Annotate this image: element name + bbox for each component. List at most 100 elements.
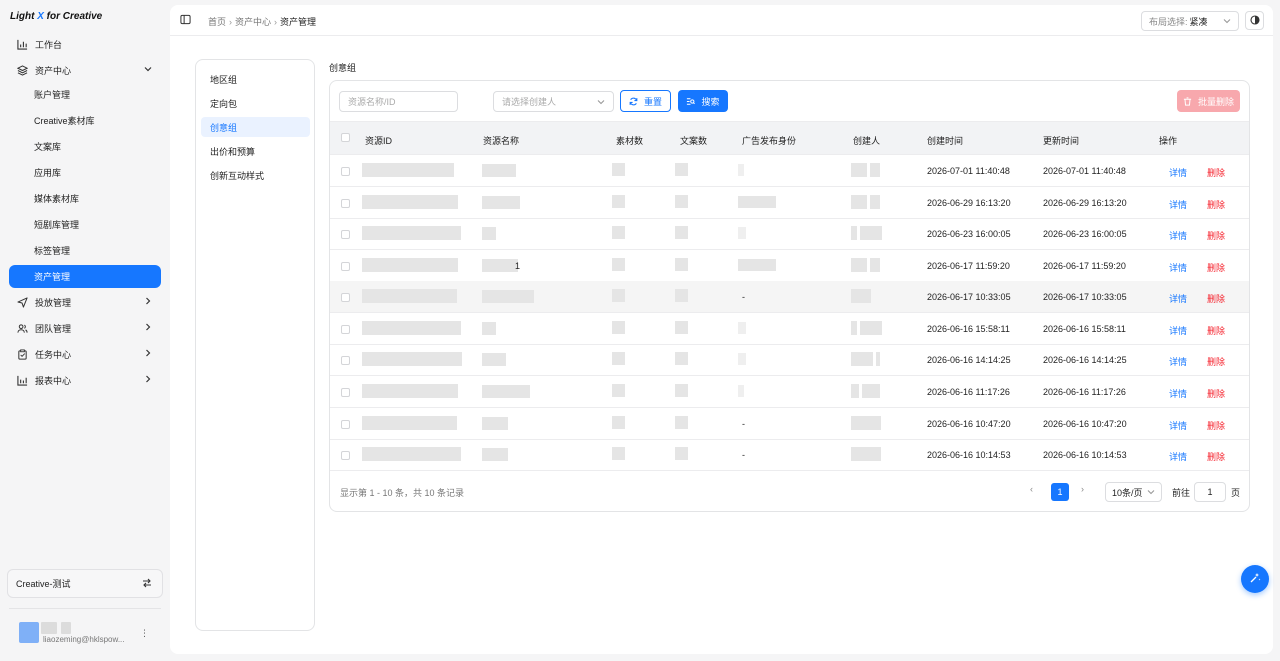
- batch-delete-button[interactable]: 批量删除: [1177, 90, 1240, 112]
- pagination-info: 显示第 1 - 10 条，共 10 条记录: [340, 488, 465, 498]
- app-logo[interactable]: Light X for Creative: [10, 11, 102, 22]
- chevron-left-icon[interactable]: ‹: [1030, 484, 1033, 494]
- sidebar-item-drama-library[interactable]: 短剧库管理: [9, 213, 161, 235]
- report-chart-icon: [15, 373, 29, 387]
- header-updated-time[interactable]: 更新时间: [1043, 134, 1079, 147]
- nav-report[interactable]: 报表中心: [9, 369, 161, 391]
- detail-link[interactable]: 详情: [1169, 198, 1187, 211]
- creator-redacted: [851, 416, 881, 430]
- sidebar: Light X for Creative 工作台 资产中心 账户管理 Creat…: [0, 0, 170, 661]
- updated-time: 2026-06-16 10:14:53: [1043, 450, 1127, 460]
- ai-assistant-button[interactable]: [1241, 565, 1269, 593]
- nav-workbench[interactable]: 工作台: [9, 33, 161, 55]
- detail-link[interactable]: 详情: [1169, 324, 1187, 337]
- theme-toggle-button[interactable]: [1245, 11, 1264, 30]
- batch-delete-label: 批量删除: [1197, 96, 1234, 107]
- sidebar-item-copy-library[interactable]: 文案库: [9, 135, 161, 157]
- layout-select[interactable]: 布局选择: 紧凑: [1141, 11, 1239, 31]
- nav-task[interactable]: 任务中心: [9, 343, 161, 365]
- category-region-group[interactable]: 地区组: [201, 69, 310, 89]
- updated-time: 2026-06-29 16:13:20: [1043, 198, 1127, 208]
- nav-delivery[interactable]: 投放管理: [9, 291, 161, 313]
- more-vertical-icon[interactable]: ⋮: [140, 628, 149, 639]
- nav-team[interactable]: 团队管理: [9, 317, 161, 339]
- detail-link[interactable]: 详情: [1169, 261, 1187, 274]
- row-checkbox[interactable]: [341, 262, 350, 271]
- goto-page-input[interactable]: 1: [1194, 482, 1226, 502]
- row-checkbox[interactable]: [341, 356, 350, 365]
- nav-asset-center[interactable]: 资产中心: [9, 59, 161, 81]
- sidebar-item-account[interactable]: 账户管理: [9, 83, 161, 105]
- creator-select[interactable]: 请选择创建人: [493, 91, 614, 112]
- page-button-current[interactable]: 1: [1051, 483, 1069, 501]
- row-checkbox[interactable]: [341, 199, 350, 208]
- delete-link[interactable]: 删除: [1207, 450, 1225, 463]
- delete-link[interactable]: 删除: [1207, 387, 1225, 400]
- detail-link[interactable]: 详情: [1169, 355, 1187, 368]
- search-name-input[interactable]: 资源名称/ID: [339, 91, 458, 112]
- sidebar-toggle-icon[interactable]: [180, 14, 192, 26]
- detail-link[interactable]: 详情: [1169, 166, 1187, 179]
- delete-link[interactable]: 删除: [1207, 324, 1225, 337]
- org-switcher[interactable]: Creative-测试: [7, 569, 163, 598]
- chevron-right-icon[interactable]: ›: [1081, 484, 1084, 494]
- row-checkbox[interactable]: [341, 325, 350, 334]
- category-targeting-package[interactable]: 定向包: [201, 93, 310, 113]
- updated-time: 2026-06-16 10:47:20: [1043, 419, 1127, 429]
- row-checkbox[interactable]: [341, 420, 350, 429]
- header-created-time[interactable]: 创建时间: [927, 134, 963, 147]
- breadcrumb-center[interactable]: 资产中心: [235, 15, 271, 28]
- chevron-right-icon: [143, 374, 153, 384]
- table-row: - 2026-06-17 10:33:05 2026-06-17 10:33:05 详…: [330, 281, 1249, 313]
- detail-link[interactable]: 详情: [1169, 450, 1187, 463]
- detail-link[interactable]: 详情: [1169, 229, 1187, 242]
- ad-identity-value: -: [742, 450, 745, 460]
- header-creator[interactable]: 创建人: [853, 134, 880, 147]
- table-row: 1 2026-06-17 11:59:20 2026-06-17 11:59:20 详…: [330, 250, 1249, 282]
- material-count-redacted: [612, 321, 625, 334]
- sidebar-item-creative-library[interactable]: Creative素材库: [9, 109, 161, 131]
- page-size-select[interactable]: 10条/页: [1105, 482, 1162, 502]
- goto-label: 前往: [1172, 488, 1191, 498]
- row-checkbox[interactable]: [341, 388, 350, 397]
- sidebar-item-asset-management[interactable]: 资产管理: [9, 265, 161, 288]
- category-bid-budget[interactable]: 出价和预算: [201, 141, 310, 161]
- delete-link[interactable]: 删除: [1207, 166, 1225, 179]
- row-checkbox[interactable]: [341, 167, 350, 176]
- section-title: 创意组: [329, 63, 357, 73]
- category-interactive-style[interactable]: 创新互动样式: [201, 165, 310, 185]
- breadcrumb-home[interactable]: 首页: [208, 15, 226, 28]
- reset-button[interactable]: 重置: [620, 90, 671, 112]
- resource-id-redacted: [362, 321, 461, 335]
- delete-link[interactable]: 删除: [1207, 419, 1225, 432]
- select-all-checkbox[interactable]: [341, 133, 350, 142]
- sidebar-item-media-library[interactable]: 媒体素材库: [9, 187, 161, 209]
- row-checkbox[interactable]: [341, 230, 350, 239]
- detail-link[interactable]: 详情: [1169, 292, 1187, 305]
- copy-count-redacted: [675, 416, 688, 429]
- detail-link[interactable]: 详情: [1169, 387, 1187, 400]
- search-button[interactable]: 搜索: [678, 90, 728, 112]
- delete-link[interactable]: 删除: [1207, 355, 1225, 368]
- material-count-redacted: [612, 352, 625, 365]
- detail-link[interactable]: 详情: [1169, 419, 1187, 432]
- user-profile[interactable]: liaozeming@hklspow... ⋮: [9, 618, 161, 648]
- row-checkbox[interactable]: [341, 451, 350, 460]
- delete-link[interactable]: 删除: [1207, 292, 1225, 305]
- delete-link[interactable]: 删除: [1207, 198, 1225, 211]
- sidebar-item-tag-management[interactable]: 标签管理: [9, 239, 161, 261]
- header-ad-identity[interactable]: 广告发布身份: [742, 134, 796, 147]
- copy-count-redacted: [675, 226, 688, 239]
- header-copy-count[interactable]: 文案数: [680, 134, 707, 147]
- created-time: 2026-06-16 10:14:53: [927, 450, 1011, 460]
- delete-link[interactable]: 删除: [1207, 229, 1225, 242]
- sidebar-item-app-library[interactable]: 应用库: [9, 161, 161, 183]
- delete-link[interactable]: 删除: [1207, 261, 1225, 274]
- header-resource-name[interactable]: 资源名称: [483, 134, 519, 147]
- category-creative-group[interactable]: 创意组: [201, 117, 310, 137]
- header-material-count[interactable]: 素材数: [616, 134, 643, 147]
- row-checkbox[interactable]: [341, 293, 350, 302]
- header-resource-id[interactable]: 资源ID: [365, 134, 392, 147]
- search-icon: [687, 97, 696, 105]
- created-time: 2026-06-17 11:59:20: [927, 261, 1010, 271]
